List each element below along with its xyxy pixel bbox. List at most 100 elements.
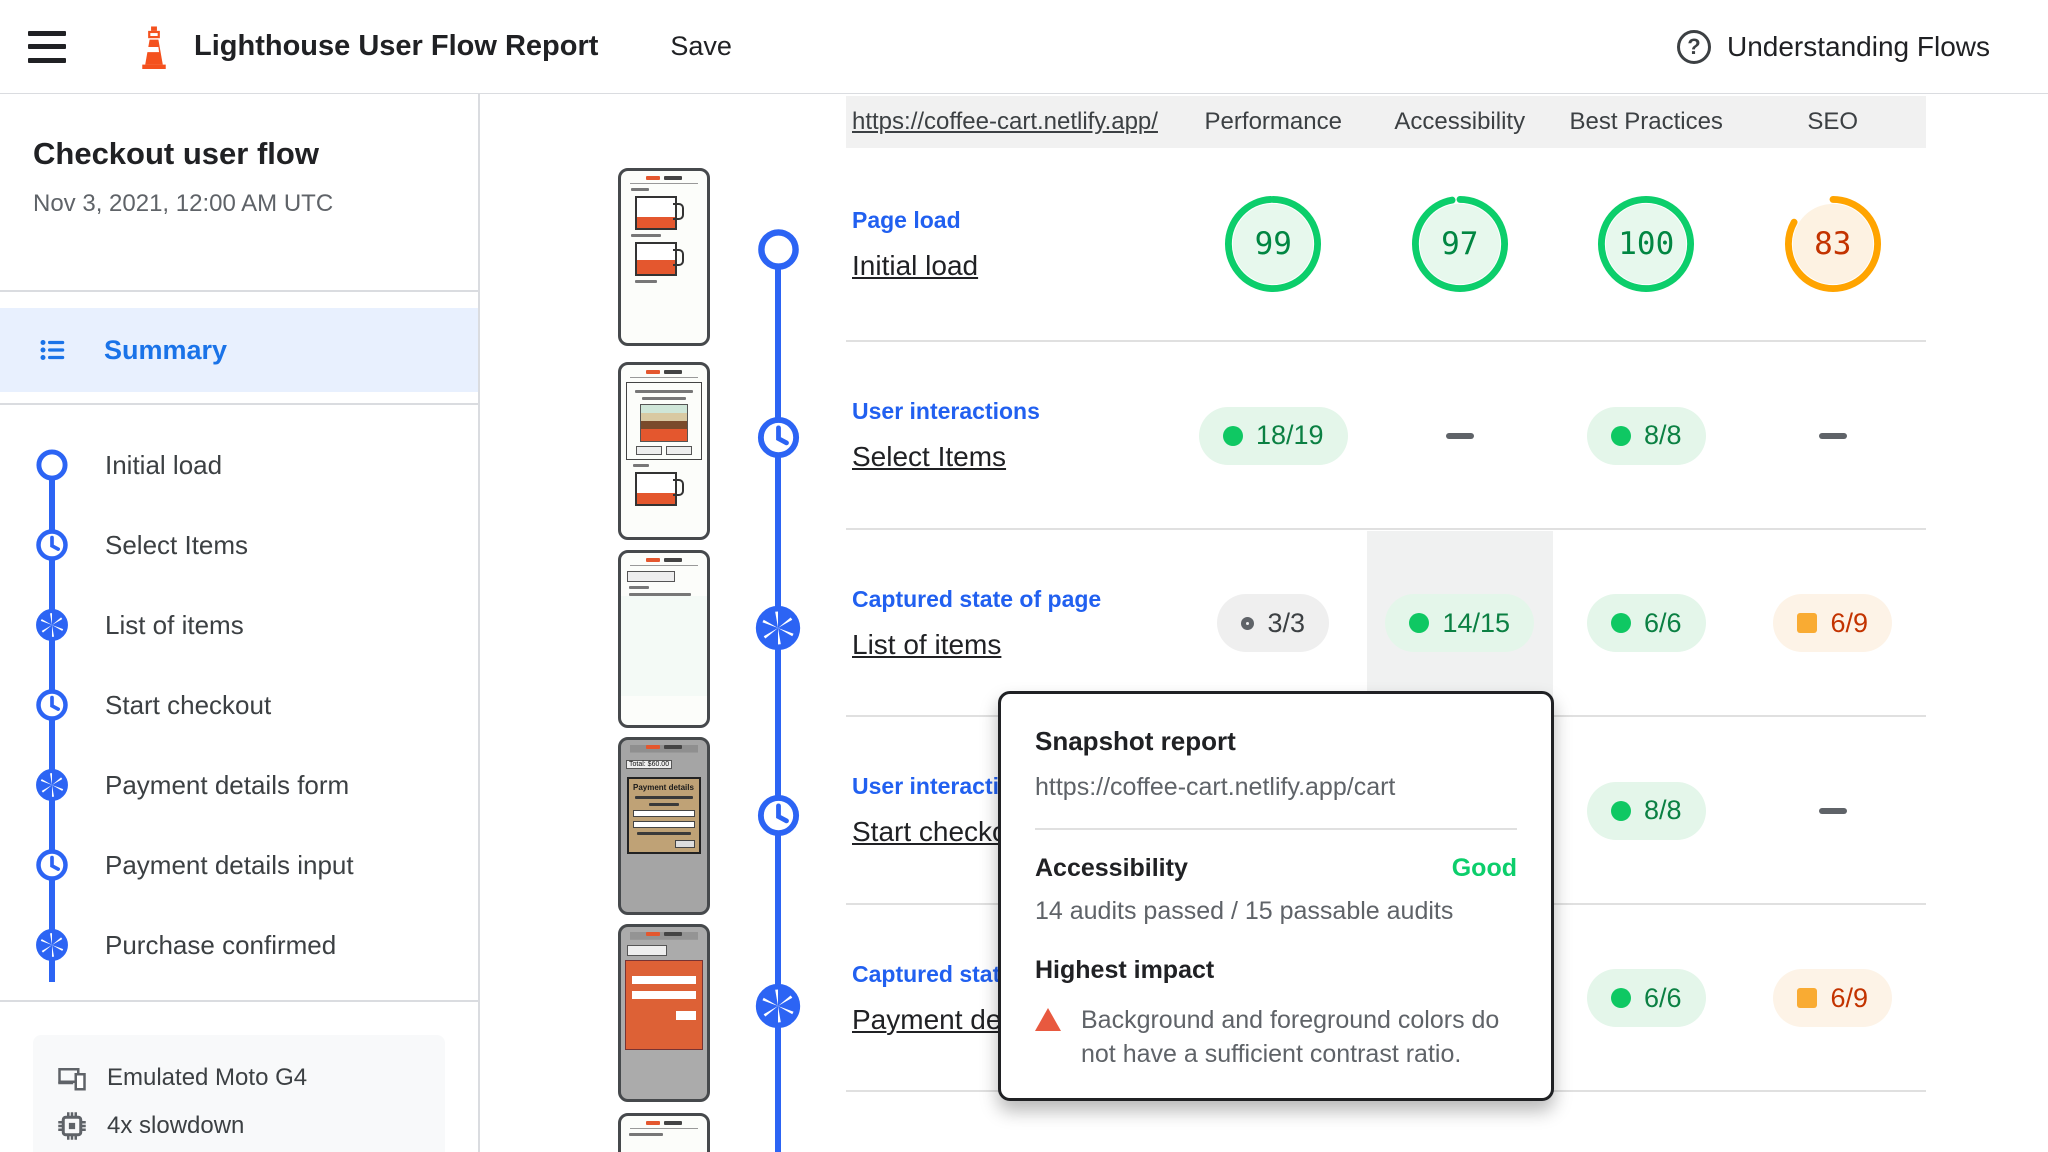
column-header-accessibility: Accessibility bbox=[1394, 108, 1526, 135]
best-practices-audit-pill[interactable]: 8/8 bbox=[1586, 406, 1706, 465]
sidebar: Checkout user flow Nov 3, 2021, 12:00 AM… bbox=[0, 94, 480, 1152]
device-throttling-label: 4x slowdown bbox=[107, 1112, 245, 1139]
device-emulation-label: Emulated Moto G4 bbox=[107, 1064, 308, 1091]
performance-score-gauge[interactable]: 99 bbox=[1224, 195, 1322, 293]
average-square-icon bbox=[1797, 988, 1818, 1008]
step-link-initial-load[interactable]: Initial load bbox=[852, 250, 1180, 282]
performance-audit-pill[interactable]: 3/3 bbox=[1217, 594, 1330, 652]
divider bbox=[0, 403, 478, 405]
accessibility-score-gauge[interactable]: 97 bbox=[1411, 195, 1509, 293]
row-category: Captured state of page bbox=[852, 585, 1102, 612]
tooltip-title: Snapshot report bbox=[1035, 726, 1236, 756]
snapshot-marker-icon bbox=[755, 983, 801, 1029]
devices-icon bbox=[58, 1068, 86, 1091]
sidebar-item-purchase-confirmed[interactable]: Purchase confirmed bbox=[0, 915, 478, 975]
warning-triangle-icon bbox=[1035, 1008, 1061, 1031]
summary-list-icon bbox=[40, 340, 65, 360]
step-link-select-items[interactable]: Select Items bbox=[852, 441, 1180, 473]
divider bbox=[0, 290, 478, 292]
navigation-icon bbox=[36, 449, 68, 481]
seo-score-gauge[interactable]: 83 bbox=[1784, 195, 1882, 293]
payment-modal-title: Payment details bbox=[633, 783, 694, 792]
divider bbox=[0, 1000, 478, 1002]
lighthouse-logo-icon bbox=[142, 25, 166, 69]
highlighted-form-graphic bbox=[625, 960, 703, 1050]
sidebar-item-list-of-items[interactable]: List of items bbox=[0, 595, 478, 655]
row-category: Page load bbox=[852, 206, 961, 233]
tooltip-rating-badge: Good bbox=[1451, 854, 1517, 882]
flow-title: Checkout user flow bbox=[33, 136, 319, 171]
accessibility-audit-pill[interactable]: 14/15 bbox=[1385, 594, 1535, 652]
understanding-flows-link[interactable]: Understanding Flows bbox=[1676, 29, 1990, 64]
menu-icon[interactable] bbox=[28, 30, 66, 63]
table-row-select-items: User interactions Select Items 18/19 8/8 bbox=[846, 343, 1926, 530]
row-category: User interactions bbox=[852, 398, 1040, 424]
site-url-link[interactable]: https://coffee-cart.netlify.app/ bbox=[852, 108, 1158, 135]
top-app-bar: Lighthouse User Flow Report Save Underst… bbox=[0, 0, 2048, 94]
flow-date: Nov 3, 2021, 12:00 AM UTC bbox=[33, 190, 334, 217]
column-header-performance: Performance bbox=[1204, 108, 1342, 135]
best-practices-audit-pill[interactable]: 8/8 bbox=[1586, 781, 1706, 840]
informative-ring-icon bbox=[1241, 616, 1255, 630]
screenshot-thumbnail-payment-details-input[interactable] bbox=[618, 924, 710, 1102]
screenshot-thumbnail-initial-load[interactable] bbox=[618, 168, 710, 346]
best-practices-audit-pill[interactable]: 6/6 bbox=[1586, 969, 1706, 1027]
screenshot-thumbnail-select-items[interactable] bbox=[618, 362, 710, 540]
screenshot-thumbnail-list-of-items[interactable] bbox=[618, 550, 710, 728]
device-info-box: Emulated Moto G4 4x slowdown bbox=[33, 1035, 445, 1152]
total-chip-graphic bbox=[627, 571, 675, 582]
cpu-throttle-icon bbox=[58, 1112, 86, 1140]
step-link-list-of-items[interactable]: List of items bbox=[852, 629, 1180, 661]
table-row-list-of-items: Captured state of page List of items 3/3… bbox=[846, 531, 1926, 717]
total-label: Total: $60.00 bbox=[626, 760, 673, 769]
tooltip-category: Accessibility bbox=[1035, 854, 1188, 882]
divider bbox=[1035, 828, 1517, 830]
tooltip-impact-message: Background and foreground colors do not … bbox=[1081, 1006, 1500, 1068]
summary-label: Summary bbox=[104, 334, 228, 365]
table-row-initial-load: Page load Initial load 99 97 100 83 bbox=[846, 148, 1926, 342]
no-score-dash bbox=[1818, 807, 1847, 814]
coffee-mug-graphic bbox=[635, 196, 684, 230]
timespan-clock-icon bbox=[36, 529, 68, 561]
screenshot-thumbnail-payment-details-form[interactable]: Total: $60.00 Payment details bbox=[618, 737, 710, 915]
best-practices-audit-pill[interactable]: 6/6 bbox=[1586, 594, 1706, 652]
navigation-marker-icon bbox=[758, 229, 799, 270]
timespan-clock-icon bbox=[36, 689, 68, 721]
help-label: Understanding Flows bbox=[1726, 30, 1990, 62]
snapshot-aperture-icon bbox=[36, 769, 68, 801]
screenshot-thumbnail-purchase-confirmed[interactable] bbox=[618, 1113, 710, 1152]
seo-audit-pill[interactable]: 6/9 bbox=[1773, 594, 1893, 652]
sidebar-item-start-checkout[interactable]: Start checkout bbox=[0, 675, 478, 735]
snapshot-aperture-icon bbox=[36, 929, 68, 961]
pass-dot-icon bbox=[1610, 988, 1631, 1008]
app-title: Lighthouse User Flow Report bbox=[194, 30, 599, 62]
sidebar-item-select-items[interactable]: Select Items bbox=[0, 515, 478, 575]
timespan-marker-icon bbox=[757, 416, 800, 459]
tooltip-impact-title: Highest impact bbox=[1035, 956, 1215, 984]
no-score-dash bbox=[1445, 432, 1474, 439]
column-header-best-practices: Best Practices bbox=[1569, 108, 1723, 135]
sidebar-item-initial-load[interactable]: Initial load bbox=[0, 435, 478, 495]
timespan-marker-icon bbox=[757, 794, 800, 837]
average-square-icon bbox=[1797, 613, 1818, 633]
seo-audit-pill[interactable]: 6/9 bbox=[1773, 969, 1893, 1027]
pass-dot-icon bbox=[1222, 425, 1243, 446]
sidebar-item-payment-details-form[interactable]: Payment details form bbox=[0, 755, 478, 815]
pass-dot-icon bbox=[1409, 613, 1430, 633]
hovered-accessibility-cell[interactable]: 14/15 bbox=[1366, 531, 1553, 715]
help-icon bbox=[1676, 29, 1711, 64]
pass-dot-icon bbox=[1610, 613, 1631, 633]
results-header-row: https://coffee-cart.netlify.app/ Perform… bbox=[846, 96, 1926, 148]
snapshot-aperture-icon bbox=[36, 609, 68, 641]
save-button[interactable]: Save bbox=[670, 31, 732, 62]
tooltip-audits-summary: 14 audits passed / 15 passable audits bbox=[1035, 897, 1454, 925]
performance-audit-pill[interactable]: 18/19 bbox=[1198, 406, 1348, 465]
no-score-dash bbox=[1818, 432, 1847, 439]
best-practices-score-gauge[interactable]: 100 bbox=[1597, 195, 1695, 293]
snapshot-report-tooltip: Snapshot report https://coffee-cart.netl… bbox=[998, 691, 1554, 1101]
lighthouse-flow-report: Lighthouse User Flow Report Save Underst… bbox=[0, 0, 2048, 1152]
pass-dot-icon bbox=[1610, 425, 1631, 446]
payment-modal-graphic: Payment details bbox=[627, 777, 701, 854]
sidebar-item-summary[interactable]: Summary bbox=[0, 308, 478, 392]
sidebar-item-payment-details-input[interactable]: Payment details input bbox=[0, 835, 478, 895]
